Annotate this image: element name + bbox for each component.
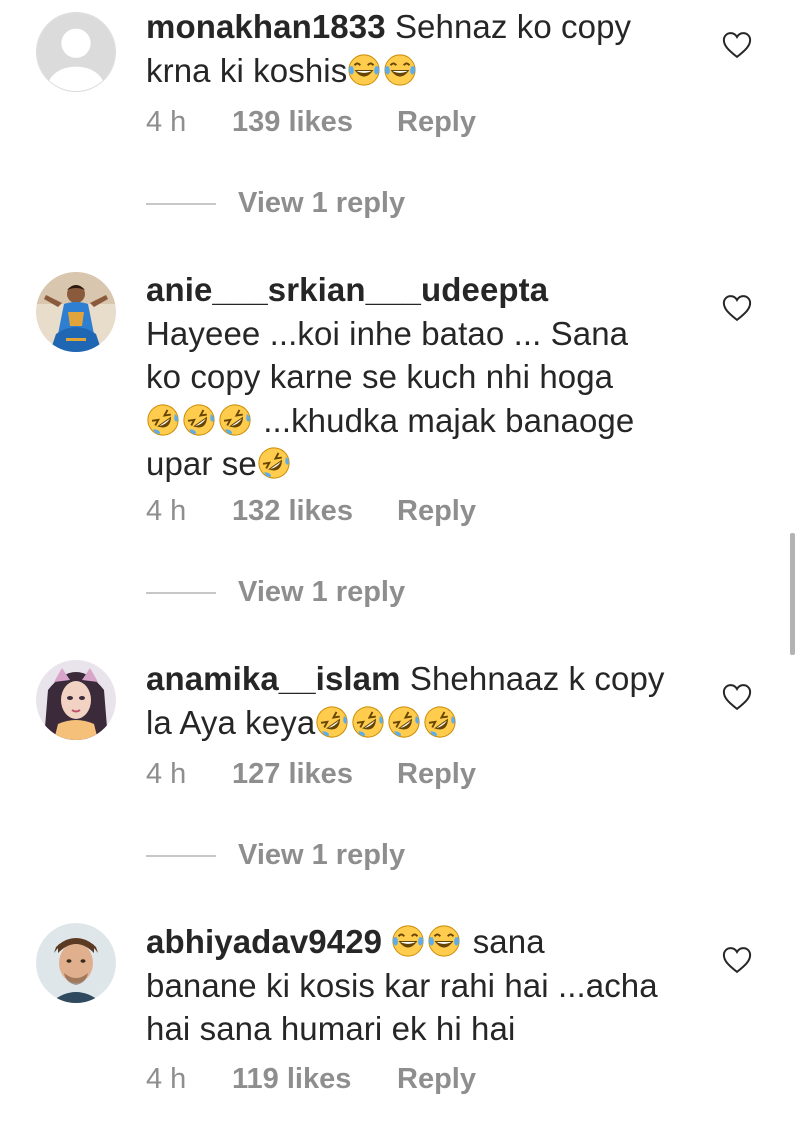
rofl-emoji-icon bbox=[218, 403, 252, 437]
view-replies-label[interactable]: View 1 reply bbox=[238, 575, 405, 609]
girl-avatar-icon bbox=[36, 660, 116, 740]
comment-text: monakhan1833 Sehnaz ko copy krna ki kosh… bbox=[146, 5, 706, 92]
grinning-tears-emoji-icon bbox=[383, 53, 417, 87]
grinning-tears-emoji-icon bbox=[347, 53, 381, 87]
dancer-avatar-icon bbox=[36, 272, 116, 352]
view-replies-label[interactable]: View 1 reply bbox=[238, 838, 405, 872]
comment-text: abhiyadav9429 sana banane ki kosis kar r… bbox=[146, 920, 706, 1051]
like-heart-icon[interactable] bbox=[722, 294, 752, 322]
comment-body-line: sana bbox=[472, 923, 545, 960]
reply-button[interactable]: Reply bbox=[397, 105, 476, 139]
comment-username[interactable]: anie___srkian___udeepta bbox=[146, 271, 548, 308]
comment-body-line: hai sana humari ek hi hai bbox=[146, 1010, 516, 1047]
rofl-emoji-icon bbox=[257, 446, 291, 480]
grinning-tears-emoji-icon bbox=[427, 924, 461, 958]
rofl-emoji-icon bbox=[423, 705, 457, 739]
avatar[interactable] bbox=[36, 12, 116, 92]
comment-likes[interactable]: 119 likes bbox=[232, 1062, 351, 1096]
like-heart-icon[interactable] bbox=[722, 31, 752, 59]
comment-username[interactable]: monakhan1833 bbox=[146, 8, 386, 45]
rofl-emoji-icon bbox=[387, 705, 421, 739]
comment-time: 4 h bbox=[146, 106, 187, 138]
view-replies-label[interactable]: View 1 reply bbox=[238, 186, 405, 220]
avatar[interactable] bbox=[36, 272, 116, 352]
comment-body-line: banane ki kosis kar rahi hai ...acha bbox=[146, 966, 658, 1004]
comment-time: 4 h bbox=[146, 1063, 187, 1095]
rofl-emoji-icon bbox=[315, 705, 349, 739]
view-replies-divider bbox=[146, 592, 216, 594]
reply-button[interactable]: Reply bbox=[397, 494, 476, 528]
like-heart-icon[interactable] bbox=[722, 683, 752, 711]
comment-username[interactable]: anamika__islam bbox=[146, 660, 401, 697]
comment-body-line: la Aya keya bbox=[146, 703, 316, 741]
comment-body-line: upar se bbox=[146, 445, 257, 482]
rofl-emoji-icon bbox=[351, 705, 385, 739]
comment-username[interactable]: abhiyadav9429 bbox=[146, 923, 382, 960]
comment-text: anamika__islam Shehnaaz k copy la Aya ke… bbox=[146, 657, 706, 744]
comment-time: 4 h bbox=[146, 758, 187, 790]
comment-body-line: Sehnaz ko copy bbox=[394, 8, 632, 45]
comment-body-line: Shehnaaz k copy bbox=[409, 660, 665, 697]
comment-likes[interactable]: 132 likes bbox=[232, 494, 353, 528]
comment-body-line: ko copy karne se kuch nhi hoga bbox=[146, 358, 614, 395]
reply-button[interactable]: Reply bbox=[397, 757, 476, 791]
avatar[interactable] bbox=[36, 660, 116, 740]
comment-body-line: ...khudka majak banaoge bbox=[263, 401, 635, 439]
rofl-emoji-icon bbox=[146, 403, 180, 437]
comment-body-line: Hayeee ...koi inhe batao ... Sana bbox=[146, 314, 629, 352]
avatar[interactable] bbox=[36, 923, 116, 1003]
default-avatar-icon bbox=[37, 13, 115, 91]
reply-button[interactable]: Reply bbox=[397, 1062, 476, 1096]
rofl-emoji-icon bbox=[182, 403, 216, 437]
like-heart-icon[interactable] bbox=[722, 946, 752, 974]
scrollbar[interactable] bbox=[790, 533, 795, 655]
view-replies-divider bbox=[146, 203, 216, 205]
view-replies-divider bbox=[146, 855, 216, 857]
comment-likes[interactable]: 139 likes bbox=[232, 105, 353, 139]
comment-body-line: krna ki koshis bbox=[146, 51, 348, 89]
man-avatar-icon bbox=[36, 923, 116, 1003]
comment-text: anie___srkian___udeepta Hayeee ...koi in… bbox=[146, 268, 706, 486]
grinning-tears-emoji-icon bbox=[391, 924, 425, 958]
comment-likes[interactable]: 127 likes bbox=[232, 757, 353, 791]
comment-time: 4 h bbox=[146, 495, 187, 527]
